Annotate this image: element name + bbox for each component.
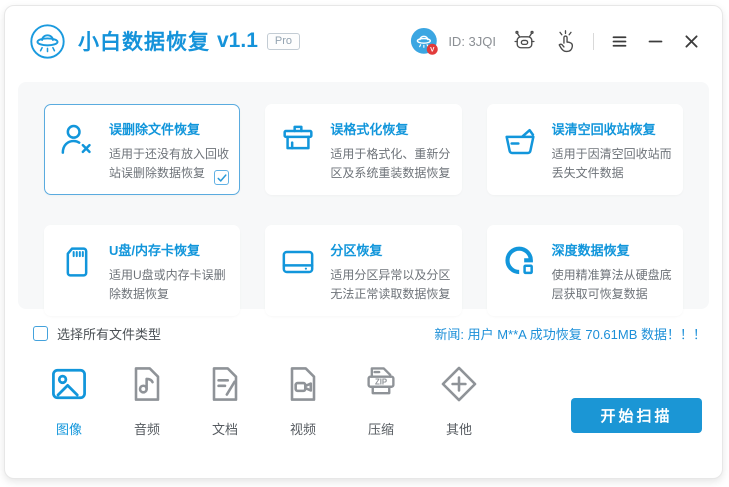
hard-drive-icon [278, 242, 322, 303]
card-deleted-file-recovery[interactable]: 误删除文件恢复 适用于还没有放入回收站误删除数据恢复 [44, 104, 240, 195]
card-deep-recovery[interactable]: 深度数据恢复 使用精准算法从硬盘底层获取可恢复数据 [487, 225, 683, 316]
card-text: 误删除文件恢复 适用于还没有放入回收站误删除数据恢复 [109, 118, 231, 182]
card-text: 误清空回收站恢复 适用于因清空回收站而丢失文件数据 [552, 118, 674, 182]
app-window: 小白数据恢复 v1.1 Pro V ID: 3JQI [4, 5, 723, 479]
card-usb-sd-recovery[interactable]: U盘/内存卡恢复 适用U盘或内存卡误删除数据恢复 [44, 225, 240, 316]
user-id: ID: 3JQI [448, 34, 496, 49]
robot-icon[interactable] [512, 29, 537, 54]
avatar-badge: V [430, 46, 435, 53]
filetype-other[interactable]: 其他 [431, 362, 487, 438]
close-icon [683, 33, 700, 50]
zip-label: ZIP [375, 378, 387, 387]
card-title: 误格式化恢复 [330, 119, 452, 138]
card-text: 分区恢复 适用分区异常以及分区无法正常读取数据恢复 [330, 239, 452, 303]
card-desc: 适用于还没有放入回收站误删除数据恢复 [109, 145, 231, 182]
card-title: 深度数据恢复 [552, 240, 674, 259]
card-desc: 适用分区异常以及分区无法正常读取数据恢复 [330, 266, 452, 303]
filetype-label: 音频 [134, 419, 160, 438]
header-divider [593, 33, 594, 50]
card-text: 深度数据恢复 使用精准算法从硬盘底层获取可恢复数据 [552, 239, 674, 303]
video-file-icon [281, 362, 325, 406]
file-types-row: 图像 音频 文档 视频 [41, 362, 702, 438]
image-file-icon [47, 362, 91, 406]
filetype-label: 文档 [212, 419, 238, 438]
card-text: U盘/内存卡恢复 适用U盘或内存卡误删除数据恢复 [109, 239, 231, 303]
close-button[interactable] [680, 30, 702, 52]
recycle-bin-icon [500, 121, 544, 182]
card-title: 误清空回收站恢复 [552, 119, 674, 138]
app-version: v1.1 [217, 29, 258, 53]
user-avatar[interactable]: V [409, 26, 440, 57]
doc-file-icon [203, 362, 247, 406]
pro-badge: Pro [267, 33, 300, 50]
deep-scan-icon [500, 242, 544, 303]
card-desc: 适用于格式化、重新分区及系统重装数据恢复 [330, 145, 452, 182]
select-all-checkbox[interactable] [33, 326, 48, 341]
header-controls: V ID: 3JQI [409, 26, 702, 57]
filetype-label: 压缩 [368, 419, 394, 438]
news-ticker: 新闻: 用户 M**A 成功恢复 70.61MB 数据！！！ [434, 324, 706, 343]
card-desc: 适用于因清空回收站而丢失文件数据 [552, 145, 674, 182]
menu-icon [611, 33, 628, 50]
audio-file-icon [125, 362, 169, 406]
card-title: 分区恢复 [330, 240, 452, 259]
filetype-label: 视频 [290, 419, 316, 438]
card-desc: 使用精准算法从硬盘底层获取可恢复数据 [552, 266, 674, 303]
card-partition-recovery[interactable]: 分区恢复 适用分区异常以及分区无法正常读取数据恢复 [265, 225, 461, 316]
check-icon [217, 173, 227, 183]
minimize-icon [647, 33, 664, 50]
menu-button[interactable] [608, 30, 630, 52]
logo-ufo-icon [29, 23, 66, 60]
avatar-ufo-icon: V [409, 26, 440, 57]
other-file-icon [437, 362, 481, 406]
filetype-zip[interactable]: ZIP 压缩 [353, 362, 409, 438]
card-recycle-bin-recovery[interactable]: 误清空回收站恢复 适用于因清空回收站而丢失文件数据 [487, 104, 683, 195]
sd-card-icon [57, 242, 101, 303]
start-scan-button[interactable]: 开始扫描 [571, 398, 702, 433]
card-format-recovery[interactable]: 误格式化恢复 适用于格式化、重新分区及系统重装数据恢复 [265, 104, 461, 195]
touch-icon[interactable] [553, 29, 578, 54]
recovery-modes-panel: 误删除文件恢复 适用于还没有放入回收站误删除数据恢复 误格式化恢复 适用于格式化… [18, 82, 709, 309]
title-bar: 小白数据恢复 v1.1 Pro V ID: 3JQI [5, 6, 722, 82]
zip-file-icon: ZIP [359, 362, 403, 406]
filetype-image[interactable]: 图像 [41, 362, 97, 438]
card-text: 误格式化恢复 适用于格式化、重新分区及系统重装数据恢复 [330, 118, 452, 182]
filetype-video[interactable]: 视频 [275, 362, 331, 438]
user-x-icon [57, 121, 101, 182]
format-brush-icon [278, 121, 322, 182]
filetype-label: 图像 [56, 419, 82, 438]
app-title: 小白数据恢复 [78, 26, 210, 56]
select-all-filetypes[interactable]: 选择所有文件类型 [33, 324, 161, 343]
card-checkbox-checked[interactable] [214, 170, 229, 185]
card-title: 误删除文件恢复 [109, 119, 231, 138]
filetype-audio[interactable]: 音频 [119, 362, 175, 438]
card-title: U盘/内存卡恢复 [109, 240, 231, 259]
filetype-label: 其他 [446, 419, 472, 438]
minimize-button[interactable] [644, 30, 666, 52]
options-row: 选择所有文件类型 新闻: 用户 M**A 成功恢复 70.61MB 数据！！！ [33, 324, 706, 343]
select-all-label: 选择所有文件类型 [57, 324, 161, 343]
card-desc: 适用U盘或内存卡误删除数据恢复 [109, 266, 231, 303]
filetype-document[interactable]: 文档 [197, 362, 253, 438]
